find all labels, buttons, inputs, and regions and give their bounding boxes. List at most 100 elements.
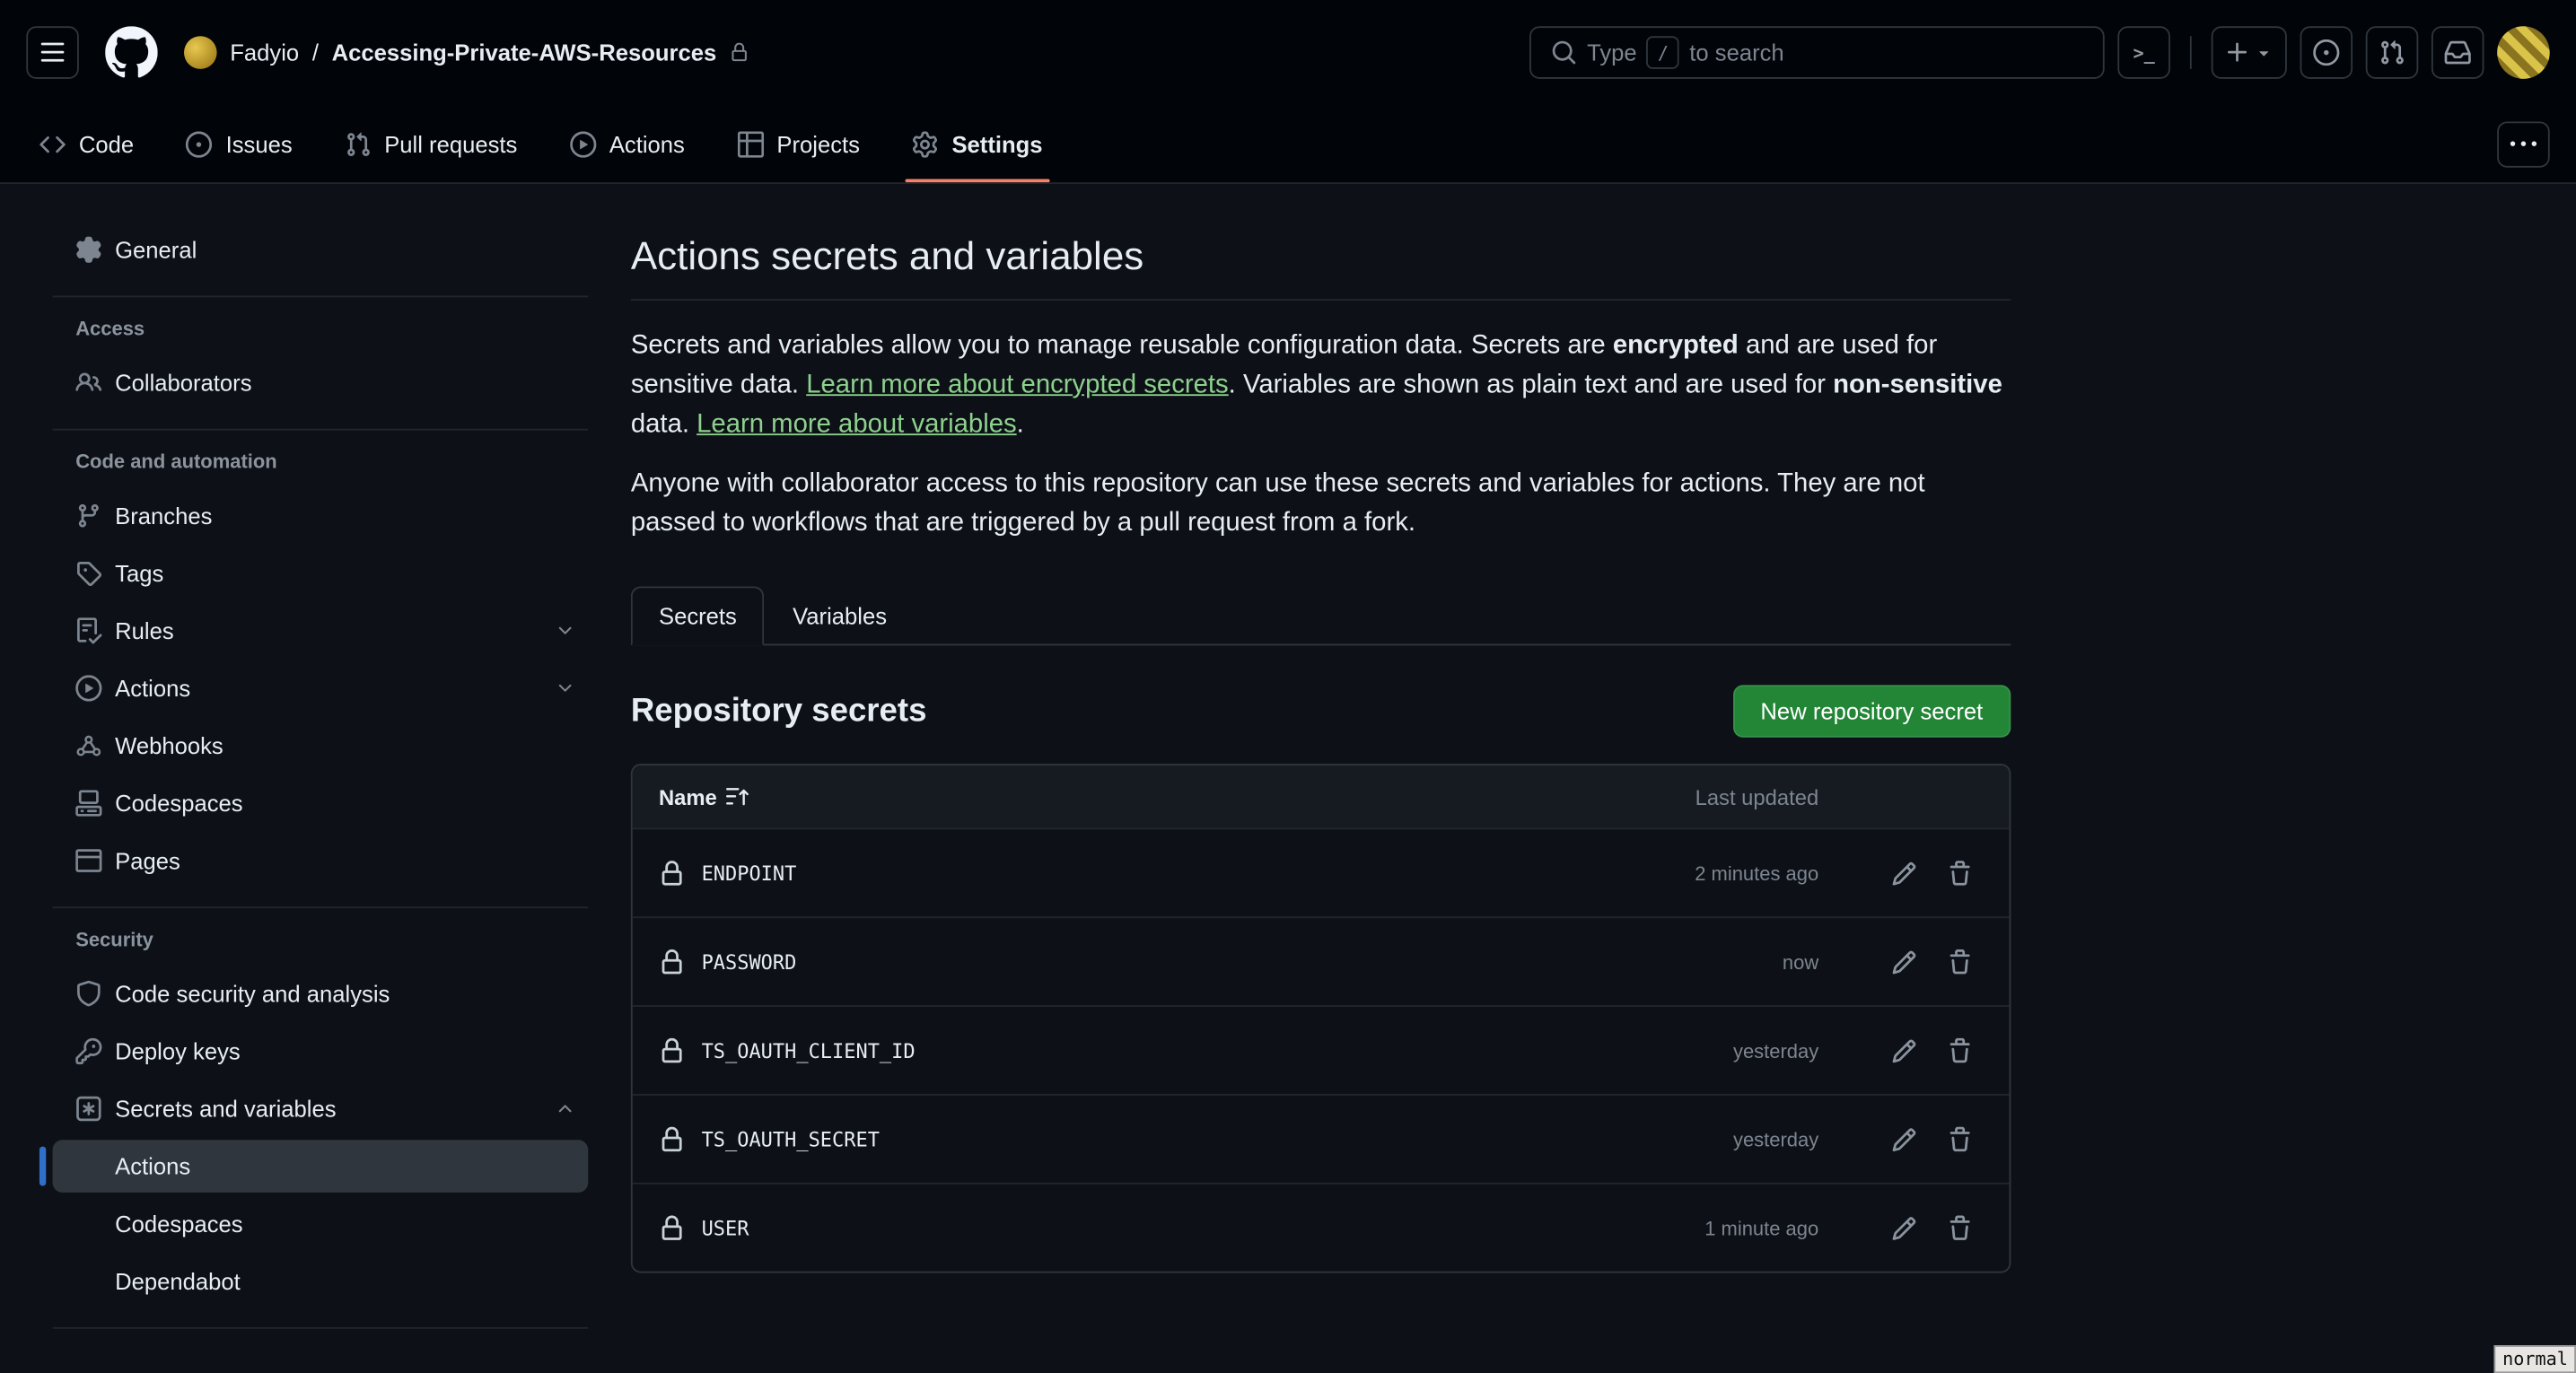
sidebar-item-secrets-and-variables[interactable]: Secrets and variables: [53, 1082, 589, 1135]
repo-nav-overflow-button[interactable]: [2497, 121, 2550, 167]
learn-more-encrypted-secrets-link[interactable]: Learn more about encrypted secrets: [806, 372, 1228, 399]
delete-secret-button[interactable]: [1937, 1205, 1983, 1251]
chevron-down-icon: [556, 621, 575, 641]
page-title: Actions secrets and variables: [631, 233, 2011, 301]
search-placeholder-pre: Type: [1587, 39, 1637, 66]
secrets-table: Name Last updated ENDPOINT 2 minutes ago: [631, 764, 2011, 1272]
sidebar-item-deploy-keys[interactable]: Deploy keys: [53, 1025, 589, 1078]
gear-icon: [75, 237, 101, 263]
issue-opened-icon: [187, 131, 213, 157]
tab-actions[interactable]: Actions: [556, 105, 697, 182]
terminal-prompt-icon: >_: [2133, 42, 2154, 64]
secret-updated: 1 minute ago: [1573, 1216, 1819, 1239]
tab-settings[interactable]: Settings: [899, 105, 1056, 182]
secret-row: PASSWORD now: [633, 916, 2010, 1005]
sidebar-item-label: Deploy keys: [115, 1038, 241, 1064]
search-input[interactable]: Type / to search: [1529, 26, 2105, 79]
browser-icon: [75, 847, 101, 873]
sidebar-item-label: Codespaces: [115, 790, 242, 816]
edit-secret-button[interactable]: [1881, 850, 1927, 896]
learn-more-variables-link[interactable]: Learn more about variables: [697, 411, 1017, 439]
sidebar-subitem-actions-secrets[interactable]: Actions: [53, 1140, 589, 1193]
new-repository-secret-button[interactable]: New repository secret: [1732, 685, 2011, 738]
git-pull-request-icon: [345, 131, 371, 157]
chevron-down-icon: [556, 678, 575, 698]
hamburger-menu-button[interactable]: [26, 26, 79, 79]
sidebar-item-collaborators[interactable]: Collaborators: [53, 356, 589, 409]
delete-secret-button[interactable]: [1937, 1116, 1983, 1162]
owner-avatar[interactable]: [184, 36, 217, 69]
user-avatar-button[interactable]: [2497, 26, 2550, 79]
edit-secret-button[interactable]: [1881, 939, 1927, 984]
tab-label: Issues: [226, 131, 293, 157]
tab-secrets[interactable]: Secrets: [631, 586, 765, 645]
tab-projects[interactable]: Projects: [724, 105, 873, 182]
pencil-icon: [1891, 949, 1917, 975]
sidebar-item-label: Rules: [115, 617, 174, 643]
github-logo[interactable]: [105, 26, 158, 79]
settings-sidebar: General Access Collaborators Code and au…: [0, 184, 631, 1373]
sidebar-subitem-codespaces-secrets[interactable]: Codespaces: [53, 1197, 589, 1250]
private-repo-lock-icon: [730, 43, 749, 63]
command-palette-button[interactable]: >_: [2117, 26, 2170, 79]
pull-requests-dashboard-button[interactable]: [2366, 26, 2419, 79]
sidebar-item-branches[interactable]: Branches: [53, 489, 589, 542]
secret-name-cell: TS_OAUTH_SECRET: [659, 1126, 1573, 1152]
notifications-inbox-button[interactable]: [2431, 26, 2484, 79]
column-label: Name: [659, 784, 717, 809]
sidebar-item-pages[interactable]: Pages: [53, 835, 589, 888]
tab-label: Code: [79, 131, 134, 157]
code-icon: [39, 131, 66, 157]
sidebar-item-rules[interactable]: Rules: [53, 605, 589, 658]
sidebar-item-label: Collaborators: [115, 370, 251, 396]
repo-link[interactable]: Accessing-Private-AWS-Resources: [332, 39, 717, 66]
edit-secret-button[interactable]: [1881, 1028, 1927, 1073]
tab-issues[interactable]: Issues: [173, 105, 305, 182]
sidebar-item-actions[interactable]: Actions: [53, 662, 589, 715]
tab-label: Projects: [776, 131, 860, 157]
create-new-button[interactable]: [2212, 26, 2287, 79]
tab-variables[interactable]: Variables: [765, 586, 915, 645]
secret-name: ENDPOINT: [702, 861, 797, 885]
column-header-name[interactable]: Name: [659, 784, 1573, 809]
plus-icon: [2224, 39, 2250, 66]
issues-dashboard-button[interactable]: [2300, 26, 2353, 79]
sidebar-item-label: Secrets and variables: [115, 1096, 336, 1122]
sidebar-item-label: Tags: [115, 560, 163, 586]
issue-opened-icon: [2313, 39, 2339, 66]
edit-secret-button[interactable]: [1881, 1116, 1927, 1162]
tag-icon: [75, 560, 101, 586]
sidebar-item-webhooks[interactable]: Webhooks: [53, 720, 589, 773]
sidebar-item-codespaces[interactable]: Codespaces: [53, 777, 589, 830]
delete-secret-button[interactable]: [1937, 850, 1983, 896]
tab-label: Settings: [951, 131, 1042, 157]
tab-code[interactable]: Code: [26, 105, 146, 182]
inbox-icon: [2445, 39, 2471, 66]
search-icon: [1551, 39, 1577, 66]
sidebar-item-general[interactable]: General: [53, 223, 589, 276]
secret-actions: [1818, 1116, 1983, 1162]
secret-updated: now: [1573, 950, 1819, 974]
secrets-variables-tabnav: Secrets Variables: [631, 586, 2011, 645]
delete-secret-button[interactable]: [1937, 939, 1983, 984]
kebab-horizontal-icon: [2510, 131, 2537, 157]
sidebar-subitem-dependabot-secrets[interactable]: Dependabot: [53, 1255, 589, 1307]
checklist-icon: [75, 617, 101, 643]
git-pull-request-icon: [2379, 39, 2405, 66]
delete-secret-button[interactable]: [1937, 1028, 1983, 1073]
hamburger-icon: [39, 39, 66, 66]
section-title: Repository secrets: [631, 692, 927, 730]
secret-row: TS_OAUTH_CLIENT_ID yesterday: [633, 1005, 2010, 1094]
secret-name-cell: ENDPOINT: [659, 860, 1573, 886]
owner-link[interactable]: Fadyio: [230, 39, 299, 66]
tab-pull-requests[interactable]: Pull requests: [332, 105, 530, 182]
sort-ascending-icon: [727, 785, 750, 809]
intro-bold-non-sensitive: non-sensitive: [1833, 372, 2002, 399]
sidebar-divider: [53, 906, 589, 908]
sidebar-item-tags[interactable]: Tags: [53, 547, 589, 600]
asterisk-box-icon: [75, 1096, 101, 1122]
sidebar-item-code-security[interactable]: Code security and analysis: [53, 967, 589, 1020]
edit-secret-button[interactable]: [1881, 1205, 1927, 1251]
secret-updated: yesterday: [1573, 1039, 1819, 1063]
intro-paragraph: Secrets and variables allow you to manag…: [631, 327, 2011, 445]
